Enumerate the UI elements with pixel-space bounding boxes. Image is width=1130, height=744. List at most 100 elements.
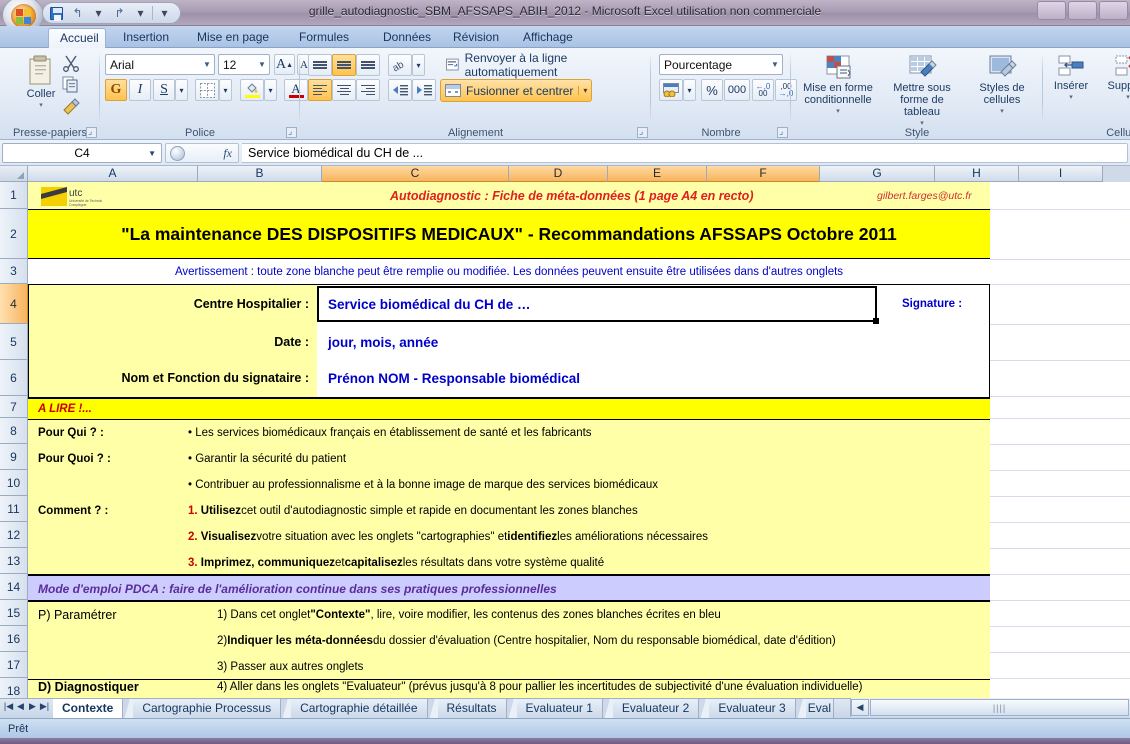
scroll-left-button[interactable]: ◀	[851, 699, 869, 716]
tab-donnees[interactable]: Données	[372, 28, 442, 48]
chevron-down-icon[interactable]: ▼	[148, 149, 156, 158]
row-header-4[interactable]: 4	[0, 284, 28, 324]
tab-affichage[interactable]: Affichage	[512, 28, 584, 48]
fill-color-button[interactable]	[240, 79, 264, 101]
cell-styles-button[interactable]: Styles de cellules ▾	[967, 54, 1037, 118]
chevron-down-icon[interactable]: ▾	[1000, 106, 1004, 118]
grow-font-button[interactable]: A ▲	[274, 54, 295, 75]
row-header-1[interactable]: 1	[0, 182, 28, 209]
insert-function-icon[interactable]: fx	[223, 146, 232, 161]
chevron-down-icon[interactable]: ▾	[1126, 92, 1130, 104]
column-header-h[interactable]: H	[935, 166, 1019, 182]
horizontal-scrollbar[interactable]: ◀ ||||	[850, 698, 1130, 717]
close-button[interactable]	[1099, 1, 1128, 20]
conditional-formatting-button[interactable]: Mise en forme conditionnelle ▾	[799, 54, 877, 118]
format-painter-button[interactable]	[62, 98, 81, 119]
font-name-combo[interactable]: Arial ▼	[105, 54, 215, 75]
column-header-b[interactable]: B	[198, 166, 322, 182]
chevron-down-icon[interactable]: ▼	[768, 60, 782, 69]
orientation-button[interactable]: ab	[388, 54, 412, 76]
row-header-2[interactable]: 2	[0, 209, 28, 259]
sheet-nav-buttons[interactable]: |◀ ◀ ▶ ▶|	[0, 699, 53, 712]
chevron-down-icon[interactable]: ▾	[1069, 92, 1073, 104]
row-header-3[interactable]: 3	[0, 259, 28, 284]
column-header-a[interactable]: A	[28, 166, 198, 182]
increase-decimal-button[interactable]: ←,0 00	[752, 79, 774, 101]
sheet-tab-contexte[interactable]: Contexte	[53, 699, 124, 718]
column-header-c[interactable]: C	[322, 166, 509, 182]
tab-insertion[interactable]: Insertion	[112, 28, 180, 48]
tab-formules[interactable]: Formules	[288, 28, 360, 48]
underline-dropdown-icon[interactable]: ▾	[175, 79, 188, 101]
accounting-dropdown-icon[interactable]: ▾	[683, 79, 696, 101]
sheet-tab-cartographie-processus[interactable]: Cartographie Processus	[133, 699, 282, 718]
number-dialog-launcher[interactable]	[777, 126, 788, 138]
align-center-button[interactable]	[332, 79, 356, 101]
increase-indent-button[interactable]	[412, 79, 436, 101]
decrease-indent-button[interactable]	[388, 79, 412, 101]
column-header-g[interactable]: G	[820, 166, 935, 182]
row-header-16[interactable]: 16	[0, 626, 28, 652]
percent-style-button[interactable]: %	[701, 79, 723, 101]
align-top-button[interactable]	[308, 54, 332, 76]
alignment-dialog-launcher[interactable]	[637, 126, 648, 138]
minimize-button[interactable]	[1037, 1, 1066, 20]
orientation-dropdown-icon[interactable]: ▾	[412, 54, 425, 76]
chevron-down-icon[interactable]: ▾	[836, 106, 840, 118]
cancel-enter-icon[interactable]	[170, 146, 185, 161]
cell-a-lire[interactable]	[28, 398, 990, 420]
chevron-down-icon[interactable]: ▼	[200, 60, 214, 69]
sheet-tab-eval-partial[interactable]: Eval	[805, 699, 835, 718]
prev-sheet-icon[interactable]: ◀	[15, 701, 26, 712]
row-header-11[interactable]: 11	[0, 496, 28, 522]
font-size-combo[interactable]: 12 ▼	[218, 54, 270, 75]
row-header-6[interactable]: 6	[0, 360, 28, 396]
copy-button[interactable]	[62, 76, 80, 97]
insert-cells-button[interactable]: Insérer ▾	[1047, 54, 1095, 104]
italic-button[interactable]: I	[129, 79, 151, 101]
align-middle-button[interactable]	[332, 54, 356, 76]
underline-button[interactable]: S	[153, 79, 175, 101]
fill-color-dropdown-icon[interactable]: ▾	[264, 79, 277, 101]
formula-input[interactable]: Service biomédical du CH de ...	[242, 143, 1128, 163]
ribbon-tab-strip[interactable]: Accueil Insertion Mise en page Formules …	[0, 26, 1130, 48]
row-header-9[interactable]: 9	[0, 444, 28, 470]
scroll-thumb[interactable]: ||||	[870, 699, 1129, 716]
bold-button[interactable]: G	[105, 79, 127, 101]
column-header-f[interactable]: F	[707, 166, 820, 182]
row-header-13[interactable]: 13	[0, 548, 28, 574]
column-header-e[interactable]: E	[608, 166, 707, 182]
fill-handle[interactable]	[873, 318, 879, 324]
align-left-button[interactable]	[308, 79, 332, 101]
next-sheet-icon[interactable]: ▶	[27, 701, 38, 712]
number-format-combo[interactable]: Pourcentage ▼	[659, 54, 783, 75]
column-header-d[interactable]: D	[509, 166, 608, 182]
wrap-text-button[interactable]: Renvoyer à la ligne automatiquement	[440, 51, 651, 79]
cut-button[interactable]	[62, 54, 80, 75]
accounting-format-button[interactable]	[659, 79, 683, 101]
row-header-17[interactable]: 17	[0, 652, 28, 678]
select-all-corner[interactable]	[0, 166, 28, 182]
name-box[interactable]: C4 ▼	[2, 143, 162, 163]
row-header-12[interactable]: 12	[0, 522, 28, 548]
tab-mise-en-page[interactable]: Mise en page	[186, 28, 280, 48]
tab-accueil[interactable]: Accueil	[48, 28, 106, 48]
borders-button[interactable]	[195, 79, 219, 101]
paste-button[interactable]: Coller ▾	[14, 54, 68, 112]
row-header-15[interactable]: 15	[0, 600, 28, 626]
delete-cells-button[interactable]: Supprim ▾	[1099, 54, 1130, 104]
sheet-tab-evaluateur-1[interactable]: Evaluateur 1	[516, 699, 603, 718]
column-header-i[interactable]: I	[1019, 166, 1103, 182]
chevron-down-icon[interactable]: ▼	[255, 60, 269, 69]
merge-center-dropdown-icon[interactable]: ▾	[578, 86, 587, 95]
row-header-5[interactable]: 5	[0, 324, 28, 360]
tab-revision[interactable]: Révision	[442, 28, 510, 48]
align-right-button[interactable]	[356, 79, 380, 101]
maximize-button[interactable]	[1068, 1, 1097, 20]
clipboard-dialog-launcher[interactable]	[86, 126, 97, 138]
borders-dropdown-icon[interactable]: ▾	[219, 79, 232, 101]
format-as-table-button[interactable]: Mettre sous forme de tableau ▾	[881, 54, 963, 130]
sheet-tab-evaluateur-3[interactable]: Evaluateur 3	[709, 699, 796, 718]
sheet-tab-evaluateur-2[interactable]: Evaluateur 2	[612, 699, 700, 718]
row-header-7[interactable]: 7	[0, 396, 28, 418]
